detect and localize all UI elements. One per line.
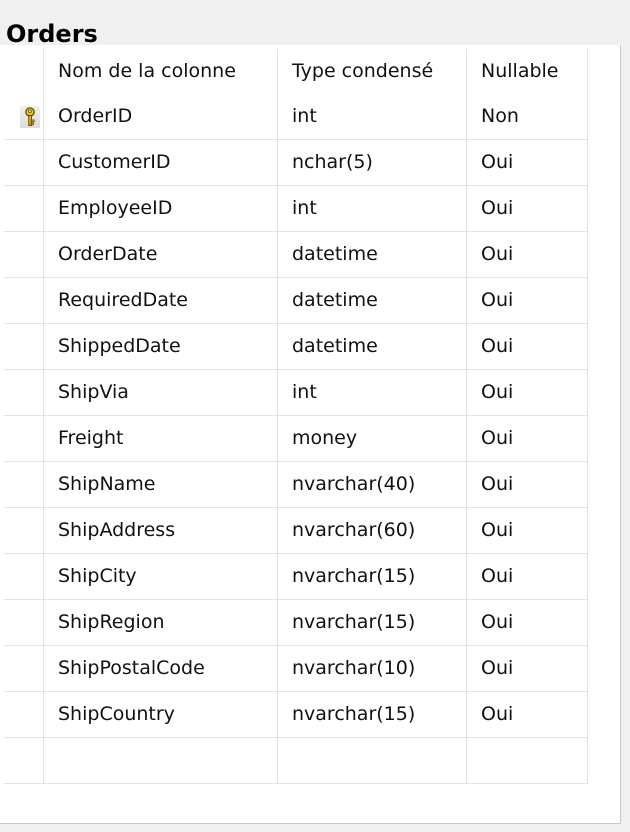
table-row[interactable]: ShipVia int Oui (4, 370, 588, 416)
cell-nullable[interactable]: Oui (467, 508, 588, 554)
cell-condensed-type[interactable]: nvarchar(15) (278, 554, 467, 600)
row-selector[interactable] (4, 140, 44, 186)
cell-condensed-type[interactable]: nvarchar(15) (278, 600, 467, 646)
table-row[interactable]: ShipCity nvarchar(15) Oui (4, 554, 588, 600)
row-selector[interactable] (4, 232, 44, 278)
row-selector[interactable] (4, 508, 44, 554)
header-condensed-type[interactable]: Type condensé (278, 49, 467, 94)
row-selector[interactable] (4, 186, 44, 232)
cell-nullable[interactable]: Oui (467, 370, 588, 416)
table-row[interactable]: Freight money Oui (4, 416, 588, 462)
cell-condensed-type[interactable]: int (278, 94, 467, 140)
cell-nullable[interactable]: Oui (467, 416, 588, 462)
cell-column-name[interactable]: CustomerID (44, 140, 278, 186)
cell-nullable[interactable]: Oui (467, 462, 588, 508)
table-row[interactable]: CustomerID nchar(5) Oui (4, 140, 588, 186)
row-selector[interactable] (4, 738, 44, 784)
header-column-name[interactable]: Nom de la colonne (44, 49, 278, 94)
row-selector[interactable] (4, 370, 44, 416)
table-row[interactable]: ShippedDate datetime Oui (4, 324, 588, 370)
cell-nullable[interactable]: Oui (467, 692, 588, 738)
row-selector[interactable] (4, 94, 44, 140)
cell-nullable[interactable]: Oui (467, 554, 588, 600)
cell-nullable[interactable]: Non (467, 94, 588, 140)
cell-column-name[interactable]: RequiredDate (44, 278, 278, 324)
table-row[interactable]: ShipAddress nvarchar(60) Oui (4, 508, 588, 554)
cell-nullable[interactable]: Oui (467, 278, 588, 324)
row-selector[interactable] (4, 692, 44, 738)
table-row[interactable]: RequiredDate datetime Oui (4, 278, 588, 324)
cell-nullable[interactable]: Oui (467, 600, 588, 646)
table-designer-panel: Orders Nom de la colonne Type condensé N… (0, 0, 621, 824)
columns-grid: Nom de la colonne Type condensé Nullable… (4, 49, 588, 784)
cell-nullable[interactable]: Oui (467, 232, 588, 278)
cell-condensed-type[interactable]: nvarchar(60) (278, 508, 467, 554)
table-row[interactable]: ShipName nvarchar(40) Oui (4, 462, 588, 508)
cell-condensed-type[interactable]: datetime (278, 278, 467, 324)
cell-condensed-type[interactable]: nchar(5) (278, 140, 467, 186)
table-row[interactable] (4, 738, 588, 784)
cell-condensed-type[interactable]: nvarchar(40) (278, 462, 467, 508)
table-row[interactable]: OrderID int Non (4, 94, 588, 140)
row-selector[interactable] (4, 278, 44, 324)
cell-column-name[interactable]: ShipName (44, 462, 278, 508)
cell-nullable[interactable]: Oui (467, 140, 588, 186)
cell-condensed-type[interactable]: money (278, 416, 467, 462)
table-row[interactable]: ShipRegion nvarchar(15) Oui (4, 600, 588, 646)
cell-column-name[interactable]: OrderDate (44, 232, 278, 278)
cell-column-name[interactable]: EmployeeID (44, 186, 278, 232)
row-selector[interactable] (4, 462, 44, 508)
header-nullable[interactable]: Nullable (467, 49, 588, 94)
cell-condensed-type[interactable]: int (278, 186, 467, 232)
cell-column-name[interactable] (44, 738, 278, 784)
table-title: Orders (6, 20, 98, 48)
grid-header-row: Nom de la colonne Type condensé Nullable (4, 49, 588, 94)
cell-nullable[interactable]: Oui (467, 186, 588, 232)
row-selector[interactable] (4, 600, 44, 646)
cell-column-name[interactable]: OrderID (44, 94, 278, 140)
cell-column-name[interactable]: ShipRegion (44, 600, 278, 646)
cell-column-name[interactable]: ShipAddress (44, 508, 278, 554)
cell-condensed-type[interactable]: int (278, 370, 467, 416)
table-title-bar[interactable]: Orders (0, 0, 621, 48)
cell-condensed-type[interactable]: datetime (278, 232, 467, 278)
cell-condensed-type[interactable] (278, 738, 467, 784)
cell-column-name[interactable]: ShipCity (44, 554, 278, 600)
cell-nullable[interactable]: Oui (467, 324, 588, 370)
table-row[interactable]: OrderDate datetime Oui (4, 232, 588, 278)
row-selector[interactable] (4, 324, 44, 370)
cell-condensed-type[interactable]: datetime (278, 324, 467, 370)
header-selector-cell (4, 49, 44, 94)
cell-column-name[interactable]: ShipCountry (44, 692, 278, 738)
cell-column-name[interactable]: ShippedDate (44, 324, 278, 370)
table-row[interactable]: ShipPostalCode nvarchar(10) Oui (4, 646, 588, 692)
cell-column-name[interactable]: Freight (44, 416, 278, 462)
row-selector[interactable] (4, 646, 44, 692)
row-selector[interactable] (4, 416, 44, 462)
key-icon (20, 106, 40, 128)
table-row[interactable]: ShipCountry nvarchar(15) Oui (4, 692, 588, 738)
cell-nullable[interactable]: Oui (467, 646, 588, 692)
cell-nullable[interactable] (467, 738, 588, 784)
cell-column-name[interactable]: ShipPostalCode (44, 646, 278, 692)
cell-condensed-type[interactable]: nvarchar(10) (278, 646, 467, 692)
row-selector[interactable] (4, 554, 44, 600)
cell-condensed-type[interactable]: nvarchar(15) (278, 692, 467, 738)
cell-column-name[interactable]: ShipVia (44, 370, 278, 416)
table-row[interactable]: EmployeeID int Oui (4, 186, 588, 232)
